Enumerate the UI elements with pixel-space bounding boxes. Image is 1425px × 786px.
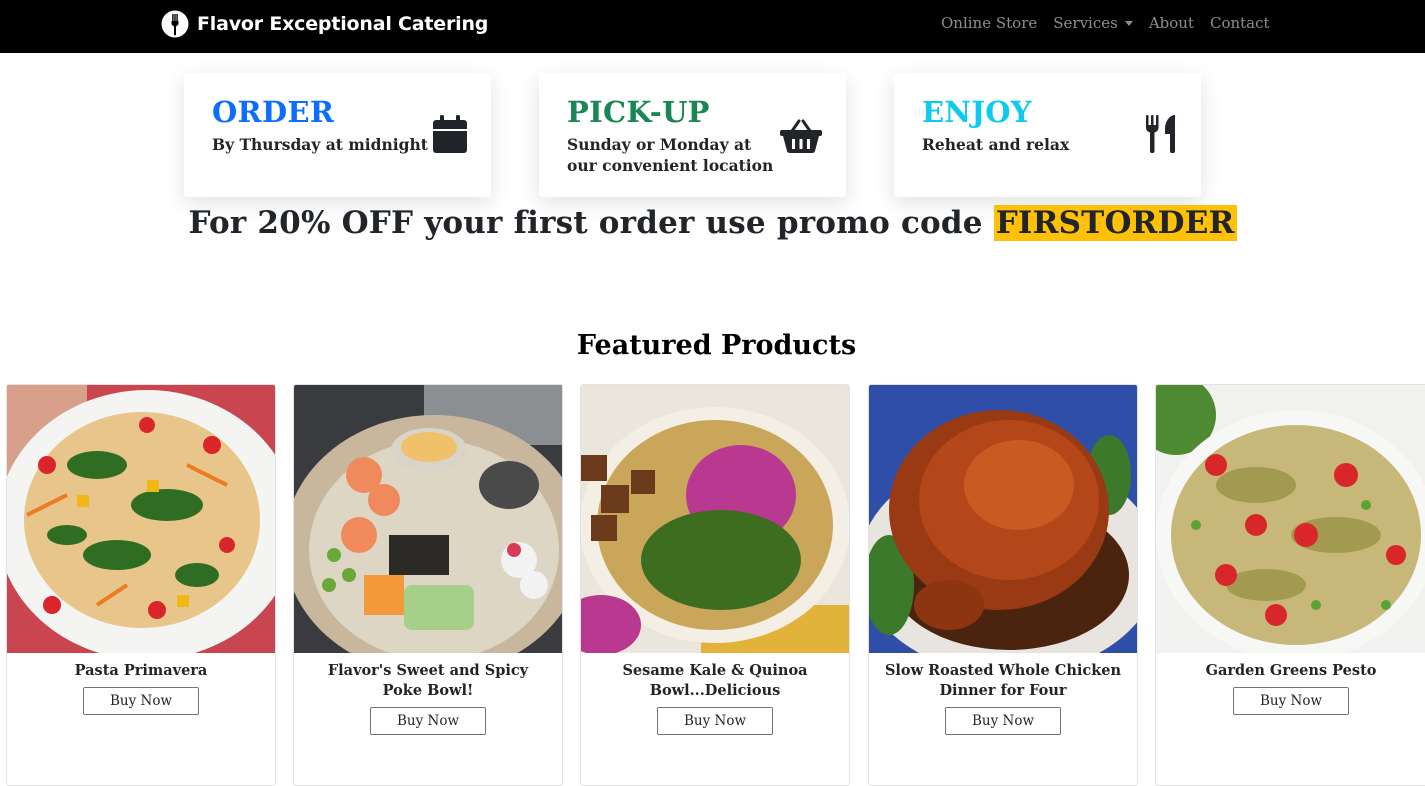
step-title: PICK-UP bbox=[567, 95, 710, 129]
step-card-pickup: PICK-UP Sunday or Monday at our convenie… bbox=[539, 73, 846, 197]
step-card-order: ORDER By Thursday at midnight bbox=[184, 73, 491, 197]
step-subtitle: Reheat and relax bbox=[922, 135, 1070, 154]
product-image[interactable] bbox=[7, 385, 275, 653]
step-subtitle-line: Sunday or Monday at bbox=[567, 135, 752, 154]
calendar-icon bbox=[433, 115, 467, 153]
nav-about[interactable]: About bbox=[1149, 14, 1194, 32]
step-title: ENJOY bbox=[922, 95, 1032, 129]
product-card-body: Flavor's Sweet and Spicy Poke Bowl! Buy … bbox=[294, 661, 562, 735]
product-image[interactable] bbox=[294, 385, 562, 653]
promo-code: FIRSTORDER bbox=[993, 205, 1237, 241]
product-name: Garden Greens Pesto bbox=[1205, 662, 1377, 679]
main-nav: Online Store Services About Contact bbox=[941, 14, 1270, 32]
nav-online-store[interactable]: Online Store bbox=[941, 14, 1037, 32]
step-subtitle: Sunday or Monday at our convenient locat… bbox=[567, 134, 773, 176]
product-name: Pasta Primavera bbox=[74, 662, 208, 679]
product-image[interactable] bbox=[581, 385, 849, 653]
nav-services-label: Services bbox=[1053, 14, 1118, 32]
step-title: ORDER bbox=[212, 95, 335, 129]
fork-logo-icon bbox=[161, 10, 189, 38]
product-card: Pasta Primavera Buy Now bbox=[6, 384, 276, 786]
step-card-enjoy: ENJOY Reheat and relax bbox=[894, 73, 1201, 197]
step-subtitle-line: our convenient location bbox=[567, 156, 774, 175]
product-name: Sesame Kale & Quinoa Bowl...Delicious bbox=[622, 662, 808, 699]
top-navbar: Flavor Exceptional Catering Online Store… bbox=[0, 0, 1425, 53]
product-card-body: Pasta Primavera Buy Now bbox=[7, 661, 275, 715]
product-image[interactable] bbox=[1156, 385, 1425, 653]
nav-contact[interactable]: Contact bbox=[1210, 14, 1270, 32]
buy-now-button[interactable]: Buy Now bbox=[657, 707, 773, 735]
brand-name: Flavor Exceptional Catering bbox=[197, 13, 489, 35]
product-card-body: Slow Roasted Whole Chicken Dinner for Fo… bbox=[869, 661, 1137, 735]
buy-now-button[interactable]: Buy Now bbox=[370, 707, 486, 735]
buy-now-button[interactable]: Buy Now bbox=[945, 707, 1061, 735]
basket-icon bbox=[780, 119, 822, 154]
product-card: Garden Greens Pesto Buy Now bbox=[1155, 384, 1425, 786]
product-card: Slow Roasted Whole Chicken Dinner for Fo… bbox=[868, 384, 1138, 786]
buy-now-button[interactable]: Buy Now bbox=[83, 687, 199, 715]
promo-banner: For 20% OFF your first order use promo c… bbox=[0, 205, 1425, 241]
product-name: Flavor's Sweet and Spicy Poke Bowl! bbox=[327, 662, 529, 699]
brand-link[interactable]: Flavor Exceptional Catering bbox=[161, 9, 488, 39]
product-card-body: Garden Greens Pesto Buy Now bbox=[1156, 661, 1425, 715]
chevron-down-icon bbox=[1124, 21, 1133, 26]
featured-products-heading: Featured Products bbox=[576, 330, 857, 361]
promo-text: For 20% OFF your first order use promo c… bbox=[188, 205, 994, 241]
product-image[interactable] bbox=[869, 385, 1137, 653]
product-card-body: Sesame Kale & Quinoa Bowl...Delicious Bu… bbox=[581, 661, 849, 735]
product-card: Sesame Kale & Quinoa Bowl...Delicious Bu… bbox=[580, 384, 850, 786]
buy-now-button[interactable]: Buy Now bbox=[1233, 687, 1349, 715]
step-subtitle: By Thursday at midnight bbox=[212, 135, 428, 154]
product-name: Slow Roasted Whole Chicken Dinner for Fo… bbox=[884, 662, 1122, 699]
product-card: Flavor's Sweet and Spicy Poke Bowl! Buy … bbox=[293, 384, 563, 786]
nav-services-dropdown[interactable]: Services bbox=[1053, 14, 1133, 32]
utensils-icon bbox=[1146, 115, 1175, 153]
